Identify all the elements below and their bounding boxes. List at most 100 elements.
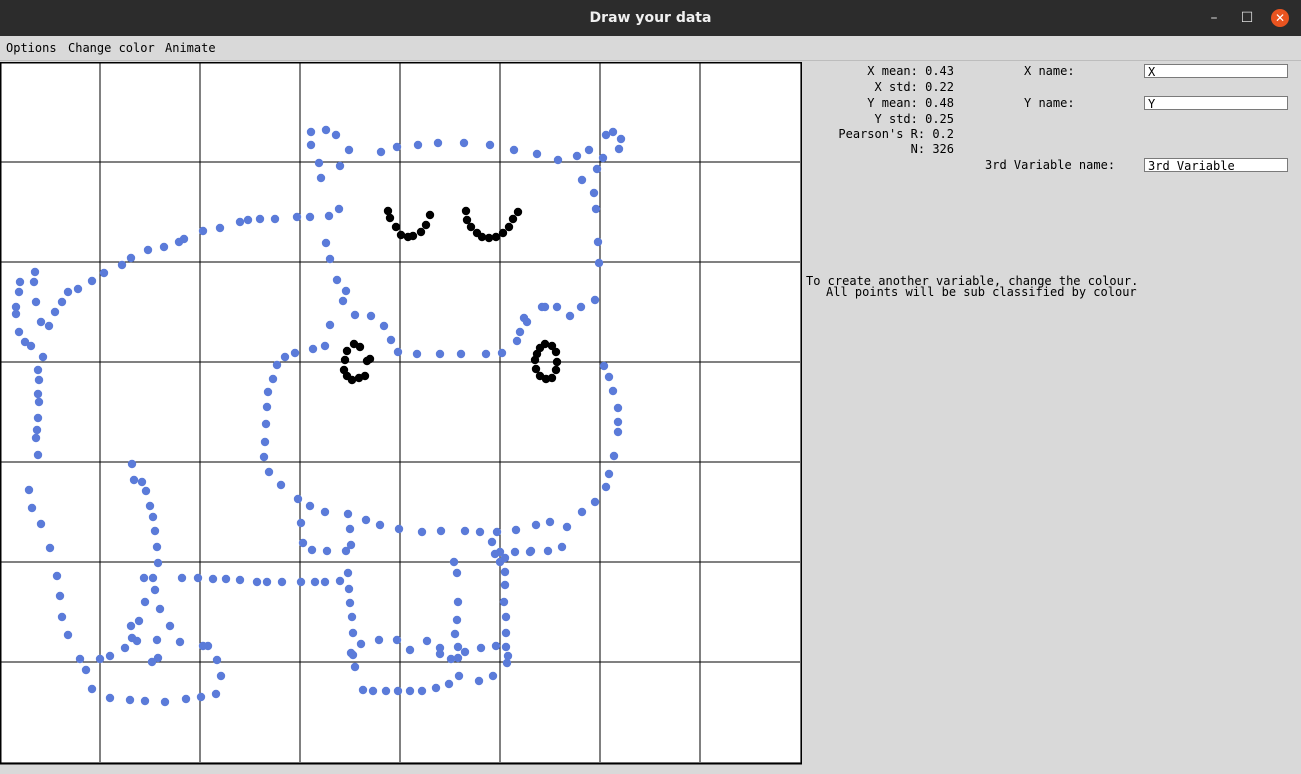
- hint-line-2: All points will be sub classified by col…: [826, 285, 1137, 299]
- data-point-blue: [321, 238, 331, 248]
- data-point-blue: [276, 480, 286, 490]
- third-variable-input[interactable]: 3rd Variable: [1144, 158, 1288, 173]
- data-point-blue: [459, 138, 469, 148]
- data-point-blue: [235, 217, 245, 227]
- data-point-blue: [263, 387, 273, 397]
- data-point-blue: [332, 275, 342, 285]
- x-name-label: X name:: [1024, 64, 1075, 78]
- data-point-blue: [34, 375, 44, 385]
- data-point-blue: [592, 164, 602, 174]
- data-point-blue: [127, 459, 137, 469]
- data-point-blue: [487, 537, 497, 547]
- data-point-blue: [32, 425, 42, 435]
- data-point-blue: [140, 597, 150, 607]
- data-point-blue: [44, 321, 54, 331]
- minimize-button[interactable]: –: [1205, 9, 1223, 27]
- data-point-blue: [36, 519, 46, 529]
- drawing-canvas[interactable]: [0, 62, 802, 766]
- menu-options[interactable]: Options: [6, 41, 57, 55]
- data-point-blue: [277, 577, 287, 587]
- data-point-blue: [393, 686, 403, 696]
- pearson-stat: Pearson's R: 0.2: [838, 127, 954, 141]
- close-button[interactable]: ✕: [1271, 9, 1289, 27]
- maximize-button[interactable]: ☐: [1238, 9, 1256, 27]
- data-point-blue: [376, 147, 386, 157]
- data-point-blue: [268, 374, 278, 384]
- data-point-blue: [431, 683, 441, 693]
- data-point-blue: [181, 694, 191, 704]
- data-point-blue: [316, 173, 326, 183]
- data-point-blue: [292, 212, 302, 222]
- data-point-blue: [553, 155, 563, 165]
- data-point-blue: [198, 641, 208, 651]
- data-point-blue: [152, 542, 162, 552]
- data-point-blue: [552, 302, 562, 312]
- data-point-blue: [270, 214, 280, 224]
- menu-bar: Options Change color Animate: [0, 36, 1301, 61]
- data-point-blue: [262, 402, 272, 412]
- data-point-blue: [137, 477, 147, 487]
- data-point-blue: [604, 469, 614, 479]
- x-name-input[interactable]: X: [1144, 64, 1288, 79]
- data-point-black: [461, 206, 471, 216]
- data-point-black: [342, 346, 352, 356]
- data-point-blue: [577, 507, 587, 517]
- data-point-blue: [134, 616, 144, 626]
- data-point-blue: [143, 245, 153, 255]
- data-point-blue: [501, 642, 511, 652]
- data-point-blue: [515, 327, 525, 337]
- menu-change-color[interactable]: Change color: [68, 41, 155, 55]
- data-point-blue: [609, 451, 619, 461]
- data-point-blue: [601, 482, 611, 492]
- data-point-blue: [392, 142, 402, 152]
- data-point-blue: [590, 295, 600, 305]
- data-point-blue: [38, 352, 48, 362]
- data-point-blue: [15, 277, 25, 287]
- data-point-blue: [252, 577, 262, 587]
- data-point-blue: [495, 557, 505, 567]
- data-point-blue: [497, 348, 507, 358]
- data-point-black: [551, 347, 561, 357]
- data-point-blue: [29, 277, 39, 287]
- data-point-blue: [34, 397, 44, 407]
- data-point-blue: [305, 501, 315, 511]
- data-point-blue: [512, 336, 522, 346]
- data-point-blue: [453, 642, 463, 652]
- data-point-blue: [147, 657, 157, 667]
- data-point-blue: [36, 317, 46, 327]
- data-point-blue: [307, 545, 317, 555]
- data-point-blue: [126, 253, 136, 263]
- data-point-blue: [341, 286, 351, 296]
- y-name-label: Y name:: [1024, 96, 1075, 110]
- data-point-blue: [488, 671, 498, 681]
- data-point-blue: [456, 349, 466, 359]
- data-point-blue: [392, 635, 402, 645]
- data-point-blue: [599, 361, 609, 371]
- data-point-blue: [460, 526, 470, 536]
- data-point-black: [425, 210, 435, 220]
- data-point-black: [551, 365, 561, 375]
- data-point-blue: [320, 341, 330, 351]
- data-point-blue: [208, 574, 218, 584]
- data-point-black: [421, 220, 431, 230]
- data-point-blue: [446, 654, 456, 664]
- data-point-blue: [576, 302, 586, 312]
- data-point-blue: [500, 567, 510, 577]
- data-point-blue: [306, 127, 316, 137]
- data-point-blue: [598, 153, 608, 163]
- y-name-input[interactable]: Y: [1144, 96, 1288, 111]
- data-point-blue: [52, 571, 62, 581]
- y-std-stat: Y std: 0.25: [874, 112, 954, 126]
- data-point-black: [531, 364, 541, 374]
- data-point-blue: [148, 512, 158, 522]
- data-point-blue: [105, 693, 115, 703]
- data-point-blue: [532, 149, 542, 159]
- menu-animate[interactable]: Animate: [165, 41, 216, 55]
- data-point-blue: [436, 526, 446, 536]
- data-point-blue: [348, 650, 358, 660]
- data-point-blue: [31, 297, 41, 307]
- data-point-blue: [325, 254, 335, 264]
- data-point-blue: [613, 403, 623, 413]
- data-point-blue: [314, 158, 324, 168]
- data-point-blue: [63, 630, 73, 640]
